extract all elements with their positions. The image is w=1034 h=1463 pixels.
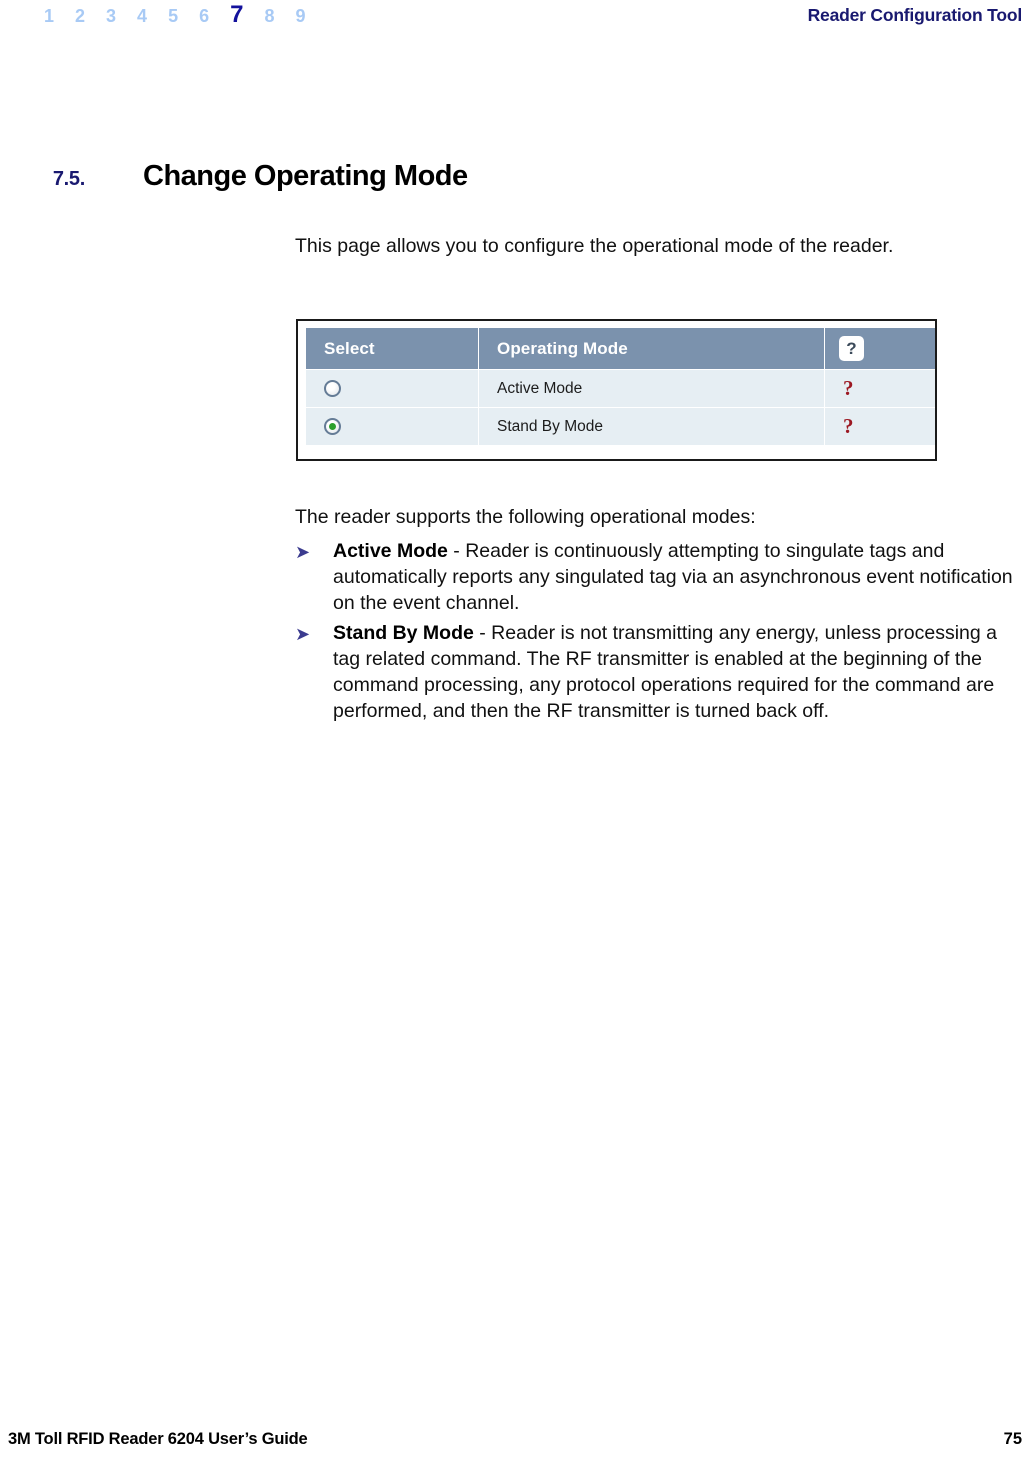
chapter-number-2: 2 [75,6,86,26]
list-item-text: Active Mode - Reader is continuously att… [333,538,1015,616]
help-cell-stand-by-mode[interactable]: ? [825,408,935,445]
select-cell-active-mode[interactable] [306,370,478,407]
chapter-number-8: 8 [264,6,275,26]
chapter-number-9: 9 [295,6,306,26]
chapter-number-7-current: 7 [230,1,244,28]
page-title: Change Operating Mode [143,160,468,192]
chapter-number-4: 4 [137,6,148,26]
list-item-term: Stand By Mode [333,622,474,644]
radio-button-stand-by-mode[interactable] [324,417,341,435]
list-item-text: Stand By Mode - Reader is not transmitti… [333,620,1015,724]
radio-button-active-mode[interactable] [324,379,341,397]
operating-mode-table: Select Operating Mode ? Active Mode ? St… [305,327,936,446]
running-header: 1 2 3 4 5 6 7 8 9 Reader Configuration T… [0,0,1034,46]
help-cell-active-mode[interactable]: ? [825,370,935,407]
footer-document-title: 3M Toll RFID Reader 6204 User’s Guide [8,1430,308,1448]
chapter-number-1: 1 [44,6,55,26]
select-cell-stand-by-mode[interactable] [306,408,478,445]
list-item-term: Active Mode [333,540,448,562]
section-heading: 7.5. Change Operating Mode [0,160,1034,193]
chapter-number-nav: 1 2 3 4 5 6 7 8 9 [0,0,305,27]
question-mark-icon[interactable]: ? [839,336,864,361]
column-header-select: Select [306,328,478,369]
chapter-number-5: 5 [168,6,179,26]
question-mark-icon[interactable]: ? [843,414,854,438]
list-item: ➤ Active Mode - Reader is continuously a… [295,538,1015,616]
question-mark-icon[interactable]: ? [843,376,854,400]
arrow-bullet-icon: ➤ [295,542,311,562]
table-row: Stand By Mode ? [306,408,935,445]
table-row: Active Mode ? [306,370,935,407]
list-item: ➤ Stand By Mode - Reader is not transmit… [295,620,1015,724]
page-number: 75 [1003,1430,1022,1448]
operating-mode-screenshot: Select Operating Mode ? Active Mode ? St… [296,319,937,461]
mode-label-stand-by-mode: Stand By Mode [479,408,824,445]
column-header-operating-mode: Operating Mode [479,328,824,369]
header-title: Reader Configuration Tool [807,5,1023,25]
supports-paragraph: The reader supports the following operat… [295,505,756,528]
page-footer: 3M Toll RFID Reader 6204 User’s Guide 75 [0,1430,1034,1449]
table-header-row: Select Operating Mode ? [306,328,935,369]
column-header-help: ? [825,328,935,369]
intro-paragraph: This page allows you to configure the op… [295,234,894,257]
operational-modes-list: ➤ Active Mode - Reader is continuously a… [295,538,1015,728]
section-number: 7.5. [52,168,85,190]
chapter-number-3: 3 [106,6,117,26]
chapter-number-6: 6 [199,6,210,26]
mode-label-active-mode: Active Mode [479,370,824,407]
arrow-bullet-icon: ➤ [295,624,311,644]
